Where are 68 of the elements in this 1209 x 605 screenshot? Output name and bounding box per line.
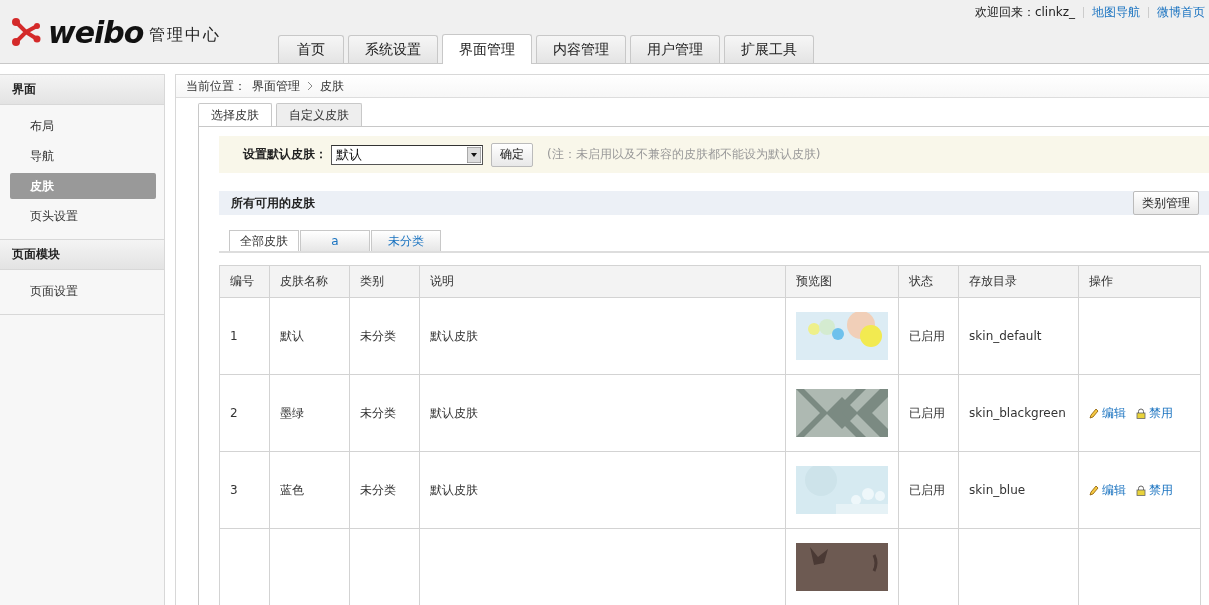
sidebar-group-title: 界面 [0, 75, 164, 105]
table-cell: 默认 [279, 328, 304, 343]
table-cell: 已启用 [909, 482, 946, 497]
table-cell: 默认皮肤 [429, 405, 478, 420]
table-cell: skin_blackgreen [969, 406, 1066, 420]
table-cell: 默认皮肤 [429, 328, 478, 343]
table-cell: 未分类 [359, 405, 396, 420]
table-cell: 3 [230, 483, 238, 497]
sidebar-group-title: 页面模块 [0, 240, 164, 270]
column-header: 存放目录 [958, 265, 1079, 298]
welcome-text: 欢迎回来：clinkz_ [974, 4, 1075, 21]
lock-icon [1136, 484, 1147, 496]
table-cell: skin_default [969, 329, 1042, 343]
dropdown-arrow-icon [467, 146, 481, 163]
column-header: 皮肤名称 [269, 265, 350, 298]
category-tab[interactable]: a [300, 230, 370, 251]
table-cell: 1 [230, 329, 238, 343]
note-text: (注：未启用以及不兼容的皮肤都不能设为默认皮肤) [547, 146, 821, 163]
breadcrumb-item[interactable]: 界面管理 [252, 77, 300, 95]
lock-icon [1136, 407, 1147, 419]
sidebar-item[interactable]: 导航 [10, 143, 156, 169]
chevron-icon [306, 81, 314, 91]
column-header: 说明 [419, 265, 786, 298]
table-cell: 墨绿 [279, 405, 304, 420]
table-cell: 未分类 [359, 328, 396, 343]
column-header: 操作 [1078, 265, 1201, 298]
column-header: 状态 [898, 265, 959, 298]
field-label: 设置默认皮肤： [243, 146, 327, 163]
table-cell: 未分类 [359, 482, 396, 497]
table-cell: 默认皮肤 [429, 482, 478, 497]
sub-tab[interactable]: 选择皮肤 [198, 103, 272, 126]
action-link[interactable]: 禁用 [1136, 481, 1174, 499]
logo-subtitle: 管理中心 [149, 24, 222, 46]
header-link[interactable]: 地图导航 [1092, 4, 1140, 21]
sub-tab[interactable]: 自定义皮肤 [276, 103, 362, 126]
header-link[interactable]: 微博首页 [1157, 4, 1205, 21]
logo-wordmark: weibo [48, 14, 144, 50]
category-manage-button[interactable]: 类别管理 [1133, 191, 1199, 215]
action-link[interactable]: 编辑 [1089, 404, 1127, 422]
breadcrumb-label: 当前位置： [186, 77, 246, 95]
nav-tab[interactable]: 界面管理 [442, 34, 532, 64]
pencil-icon [1089, 484, 1100, 496]
column-header: 编号 [219, 265, 270, 298]
column-header: 预览图 [785, 265, 899, 298]
action-link[interactable]: 编辑 [1089, 481, 1127, 499]
category-tab[interactable]: 全部皮肤 [229, 230, 299, 251]
action-link[interactable]: 禁用 [1136, 404, 1174, 422]
table-cell: 已启用 [909, 405, 946, 420]
confirm-button[interactable]: 确定 [491, 142, 533, 167]
sidebar-item[interactable]: 页头设置 [10, 203, 156, 229]
logo-icon [10, 17, 42, 47]
breadcrumb-item[interactable]: 皮肤 [320, 77, 344, 95]
skin-dropdown[interactable]: 默认 [331, 144, 483, 165]
column-header: 类别 [349, 265, 420, 298]
nav-tab[interactable]: 扩展工具 [724, 35, 814, 63]
section-title: 所有可用的皮肤 [231, 194, 315, 212]
sidebar-item[interactable]: 页面设置 [10, 278, 156, 304]
nav-tab[interactable]: 内容管理 [536, 35, 626, 63]
table-cell: 蓝色 [279, 482, 304, 497]
table-cell: 已启用 [909, 328, 946, 343]
category-tab[interactable]: 未分类 [371, 230, 441, 251]
sidebar-item[interactable]: 布局 [10, 113, 156, 139]
nav-tab[interactable]: 用户管理 [630, 35, 720, 63]
nav-tab[interactable]: 首页 [278, 35, 344, 63]
nav-tab[interactable]: 系统设置 [348, 35, 438, 63]
pencil-icon [1089, 407, 1100, 419]
table-cell: 2 [230, 406, 238, 420]
table-cell: skin_blue [969, 483, 1026, 497]
